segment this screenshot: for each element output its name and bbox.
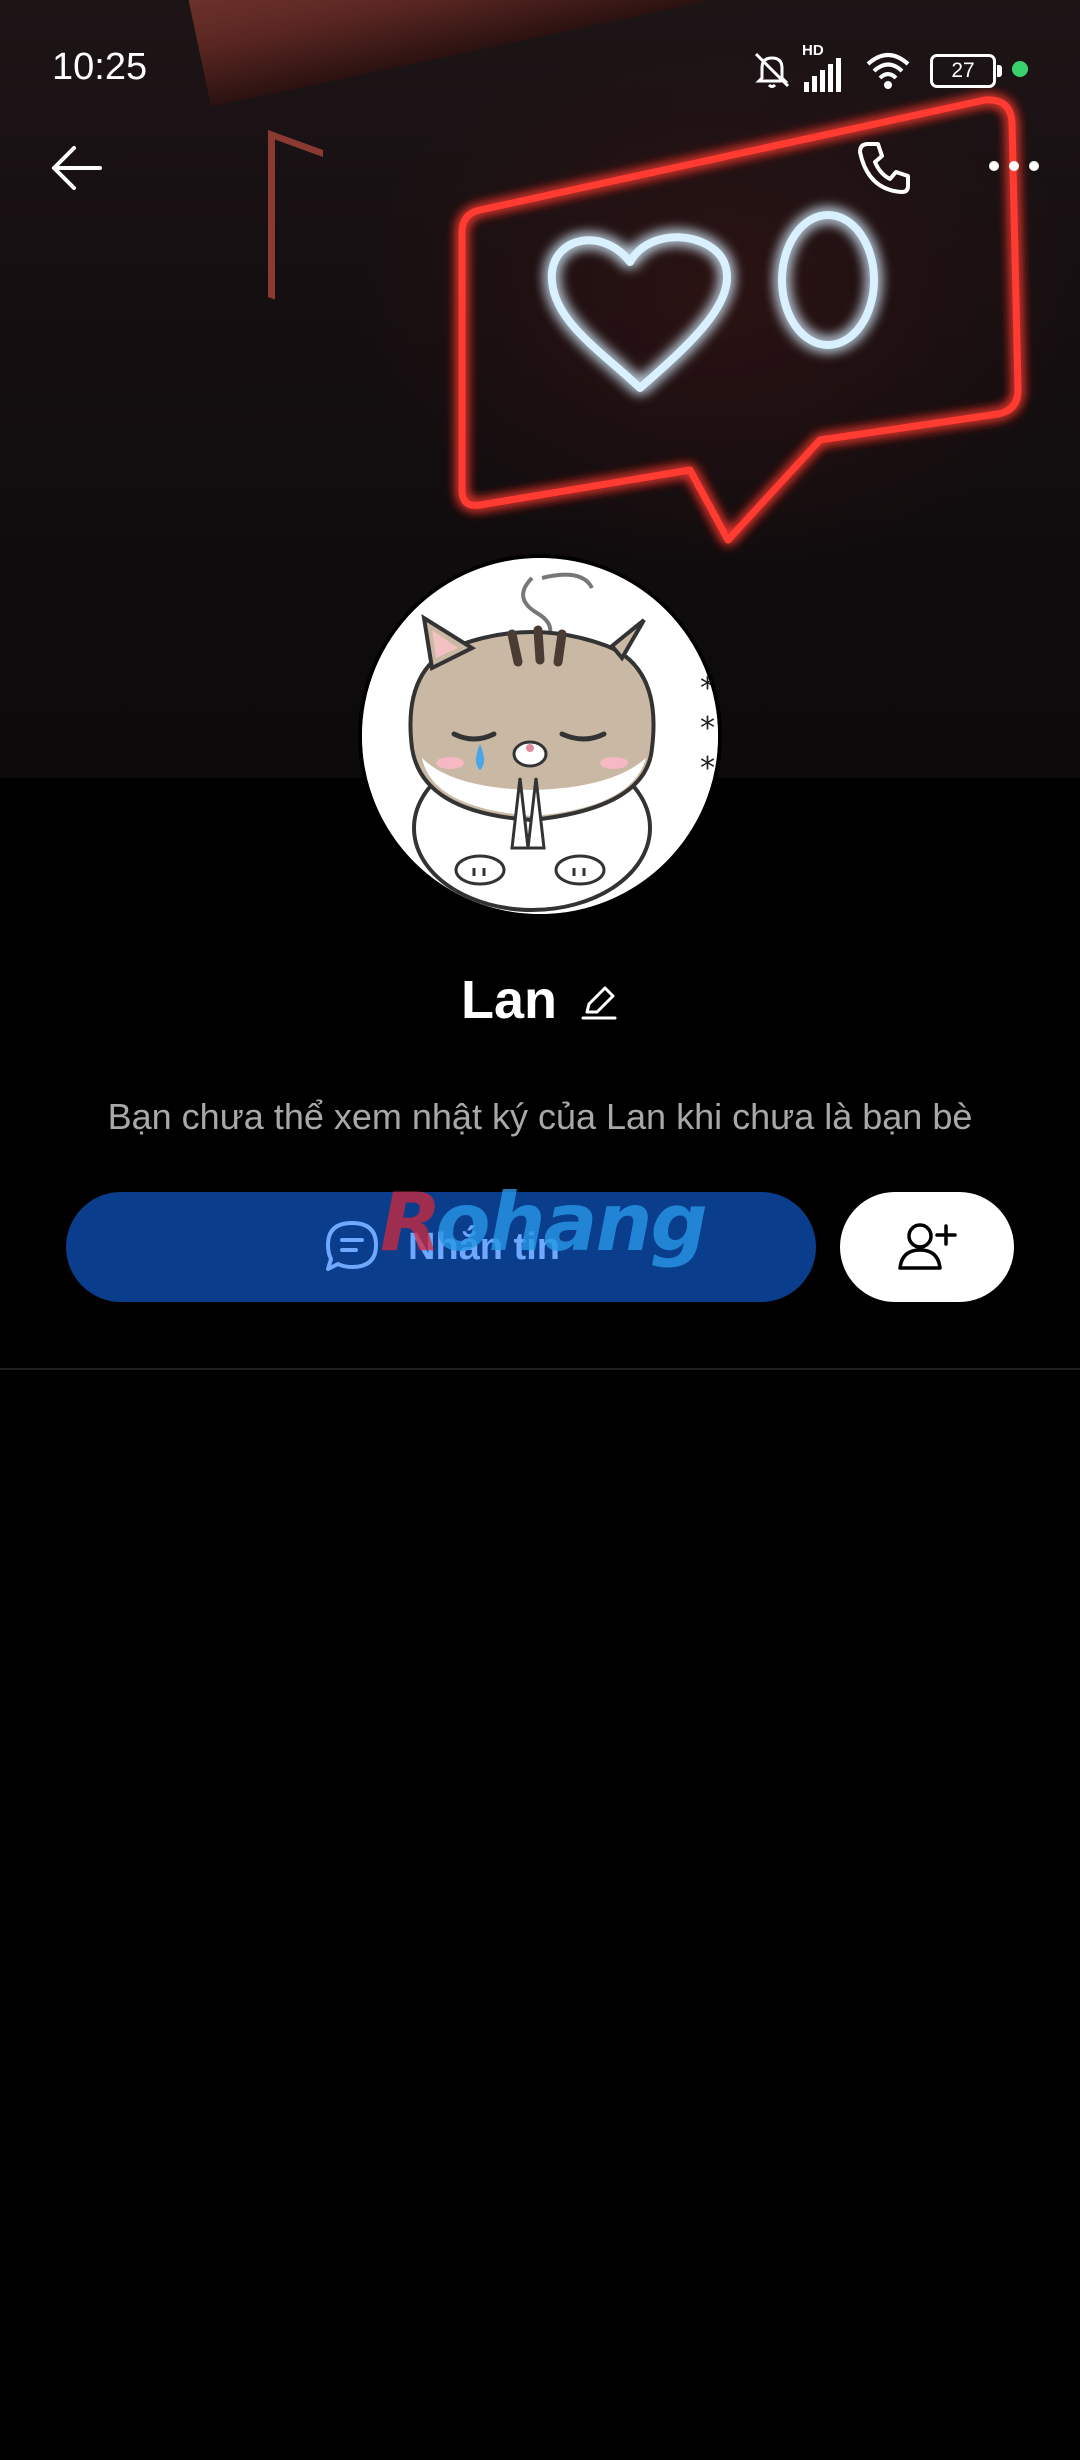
avatar[interactable]: * * * xyxy=(362,558,718,914)
neon-speech-bubble-icon xyxy=(458,96,1022,544)
cellular-signal-icon xyxy=(804,58,841,92)
wifi-icon xyxy=(866,53,910,89)
mute-notifications-icon xyxy=(754,52,790,88)
status-time: 10:25 xyxy=(52,46,148,88)
message-button-label: Nhắn tin xyxy=(408,1225,560,1268)
more-button[interactable] xyxy=(980,132,1052,204)
call-button[interactable] xyxy=(848,132,920,204)
svg-text:*: * xyxy=(700,711,715,746)
svg-text:*: * xyxy=(700,751,715,786)
phone-icon xyxy=(858,142,910,194)
profile-name: Lan xyxy=(460,970,557,1030)
hd-badge: HD xyxy=(802,42,824,59)
message-button[interactable]: Nhắn tin xyxy=(66,1192,816,1302)
add-friend-icon xyxy=(898,1223,957,1270)
neon-heart-icon xyxy=(547,233,731,392)
neon-zero-icon xyxy=(778,211,878,349)
add-friend-button[interactable] xyxy=(840,1192,1014,1302)
cat-sticker-avatar: * * * xyxy=(362,558,718,914)
more-icon xyxy=(989,161,1039,171)
pencil-icon[interactable] xyxy=(579,982,619,1022)
section-divider xyxy=(0,1368,1080,1370)
battery-level: 27 xyxy=(951,59,975,82)
back-button[interactable] xyxy=(40,132,112,204)
back-arrow-icon xyxy=(52,146,102,190)
diary-notice: Bạn chưa thể xem nhật ký của Lan khi chư… xyxy=(107,1096,973,1137)
status-icons: HD 27 xyxy=(750,40,1080,100)
profile-name-row: Lan xyxy=(0,960,1080,1040)
status-bar: 10:25 HD 27 xyxy=(0,0,1080,110)
chat-bubble-icon xyxy=(326,1221,378,1271)
active-dot-icon xyxy=(1012,61,1028,77)
battery-icon: 27 xyxy=(930,54,1002,88)
